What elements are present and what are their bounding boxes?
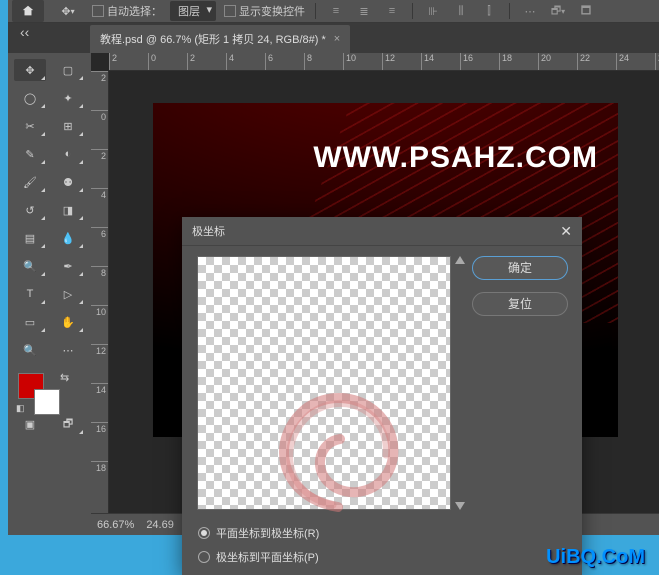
edit-toolbar[interactable]: ⋯ bbox=[52, 339, 84, 361]
ruler-tick: 22 bbox=[577, 53, 616, 70]
ruler-tick: 0 bbox=[148, 53, 187, 70]
stamp-tool[interactable]: ⚉ bbox=[52, 171, 84, 193]
ruler-tick: 0 bbox=[91, 110, 108, 149]
eyedropper-tool[interactable]: ✎ bbox=[14, 143, 46, 165]
watermark: UiBQ.CoM bbox=[546, 546, 645, 569]
type-tool[interactable]: T bbox=[14, 283, 46, 305]
close-tab-icon[interactable]: × bbox=[334, 33, 340, 45]
hand-tool[interactable]: ✋ bbox=[52, 311, 84, 333]
crop-tool[interactable]: ✂ bbox=[14, 115, 46, 137]
ruler-vertical[interactable]: 2024681012141618 bbox=[91, 71, 109, 513]
preview-scroll-vertical[interactable] bbox=[455, 256, 465, 510]
separator bbox=[315, 3, 316, 19]
ruler-tick: 16 bbox=[460, 53, 499, 70]
ruler-tick: 24 bbox=[616, 53, 655, 70]
more-align-icon[interactable]: ⋯ bbox=[520, 1, 540, 21]
move-tool[interactable]: ✥ bbox=[14, 59, 46, 81]
ruler-horizontal[interactable]: 202468101214161820222426 bbox=[109, 53, 659, 71]
ruler-tick: 4 bbox=[226, 53, 265, 70]
brush-tool[interactable]: 🖌 bbox=[14, 171, 46, 193]
ruler-tick: 10 bbox=[343, 53, 382, 70]
align-icon-5[interactable]: ⫼ bbox=[451, 1, 471, 21]
quickmask-tool[interactable]: ▣ bbox=[14, 413, 46, 435]
radio-unchecked-icon bbox=[198, 551, 210, 563]
zoom-tool[interactable]: 🔍 bbox=[14, 339, 46, 361]
ruler-tick: 20 bbox=[538, 53, 577, 70]
canvas-text: WWW.PSAHZ.COM bbox=[153, 141, 598, 175]
ruler-tick: 12 bbox=[91, 344, 108, 383]
collapse-indicator[interactable]: ‹‹ bbox=[20, 24, 29, 40]
ruler-tick: 2 bbox=[91, 71, 108, 110]
show-transform-label: 显示变换控件 bbox=[239, 3, 305, 19]
frame-tool[interactable]: ⊞ bbox=[52, 115, 84, 137]
ruler-tick: 6 bbox=[265, 53, 304, 70]
separator bbox=[509, 3, 510, 19]
ruler-tick: 18 bbox=[499, 53, 538, 70]
ruler-tick: 8 bbox=[304, 53, 343, 70]
close-icon[interactable]: ✕ bbox=[560, 223, 572, 240]
ruler-tick: 6 bbox=[91, 227, 108, 266]
lasso-tool[interactable]: ◯ bbox=[14, 87, 46, 109]
ruler-tick: 2 bbox=[187, 53, 226, 70]
ruler-tick: 18 bbox=[91, 461, 108, 500]
gradient-tool[interactable]: ▤ bbox=[14, 227, 46, 249]
ruler-tick: 16 bbox=[91, 422, 108, 461]
align-icon-4[interactable]: ⊪ bbox=[423, 1, 443, 21]
document-tab-title: 教程.psd @ 66.7% (矩形 1 拷贝 24, RGB/8#) * bbox=[100, 31, 326, 47]
ruler-tick: 4 bbox=[91, 188, 108, 227]
pen-tool[interactable]: ✒ bbox=[52, 255, 84, 277]
move-arrows-icon[interactable]: ✥▾ bbox=[52, 1, 84, 21]
document-tab[interactable]: 教程.psd @ 66.7% (矩形 1 拷贝 24, RGB/8#) * × bbox=[90, 25, 350, 53]
dodge-tool[interactable]: 🔍 bbox=[14, 255, 46, 277]
ruler-tick: 10 bbox=[91, 305, 108, 344]
dialog-title: 极坐标 bbox=[192, 223, 225, 239]
background-color[interactable] bbox=[34, 389, 60, 415]
separator bbox=[412, 3, 413, 19]
eraser-tool[interactable]: ◨ bbox=[52, 199, 84, 221]
align-icon-3[interactable]: ≡ bbox=[382, 1, 402, 21]
path-select-tool[interactable]: ▷ bbox=[52, 283, 84, 305]
rectangle-tool[interactable]: ▭ bbox=[14, 311, 46, 333]
option2-label: 极坐标到平面坐标(P) bbox=[216, 549, 319, 565]
option1-label: 平面坐标到极坐标(R) bbox=[216, 525, 319, 541]
auto-select-checkbox[interactable]: 自动选择： bbox=[92, 3, 162, 19]
ruler-tick: 2 bbox=[91, 149, 108, 188]
align-icon-2[interactable]: ≣ bbox=[354, 1, 374, 21]
blur-tool[interactable]: 💧 bbox=[52, 227, 84, 249]
auto-select-label: 自动选择： bbox=[107, 3, 162, 19]
polar-dialog: 极坐标 ✕ 确定 复位 100%▾ 平面坐标到极 bbox=[182, 217, 582, 575]
align-icon-6[interactable]: ⫿ bbox=[479, 1, 499, 21]
healing-tool[interactable]: ◐ bbox=[52, 143, 84, 165]
ruler-tick: 12 bbox=[382, 53, 421, 70]
dialog-preview[interactable] bbox=[197, 256, 451, 510]
tools-panel: ✥▢ ◯✦ ✂⊞ ✎◐ 🖌⚉ ↺◨ ▤💧 🔍✒ T▷ ▭✋ 🔍⋯ ⇆ ◧ ▣ 🗗 bbox=[8, 53, 91, 535]
magic-wand-tool[interactable]: ✦ bbox=[52, 87, 84, 109]
ruler-tick: 26 bbox=[655, 53, 659, 70]
3d-icon-2[interactable]: 🗖 bbox=[576, 1, 596, 21]
status-docsize[interactable]: 24.69 bbox=[140, 519, 180, 531]
show-transform-checkbox[interactable]: 显示变换控件 bbox=[224, 3, 305, 19]
reset-button[interactable]: 复位 bbox=[472, 292, 568, 316]
status-zoom[interactable]: 66.67% bbox=[91, 519, 140, 531]
ruler-tick: 8 bbox=[91, 266, 108, 305]
history-brush-tool[interactable]: ↺ bbox=[14, 199, 46, 221]
ruler-tick: 14 bbox=[421, 53, 460, 70]
ruler-tick: 14 bbox=[91, 383, 108, 422]
3d-mode-icon[interactable]: 🗗▾ bbox=[548, 1, 568, 21]
layer-dropdown[interactable]: 图层 bbox=[170, 1, 216, 21]
preview-swirl bbox=[248, 377, 428, 517]
radio-checked-icon bbox=[198, 527, 210, 539]
home-button[interactable] bbox=[12, 0, 44, 22]
ok-button[interactable]: 确定 bbox=[472, 256, 568, 280]
screenmode-tool[interactable]: 🗗 bbox=[52, 413, 84, 435]
option-rect-to-polar[interactable]: 平面坐标到极坐标(R) bbox=[198, 525, 566, 541]
ruler-tick: 2 bbox=[109, 53, 148, 70]
align-icon-1[interactable]: ≡ bbox=[326, 1, 346, 21]
artboard-tool[interactable]: ▢ bbox=[52, 59, 84, 81]
option-polar-to-rect[interactable]: 极坐标到平面坐标(P) bbox=[198, 549, 566, 565]
swap-colors-icon[interactable]: ⇆ bbox=[60, 371, 69, 384]
